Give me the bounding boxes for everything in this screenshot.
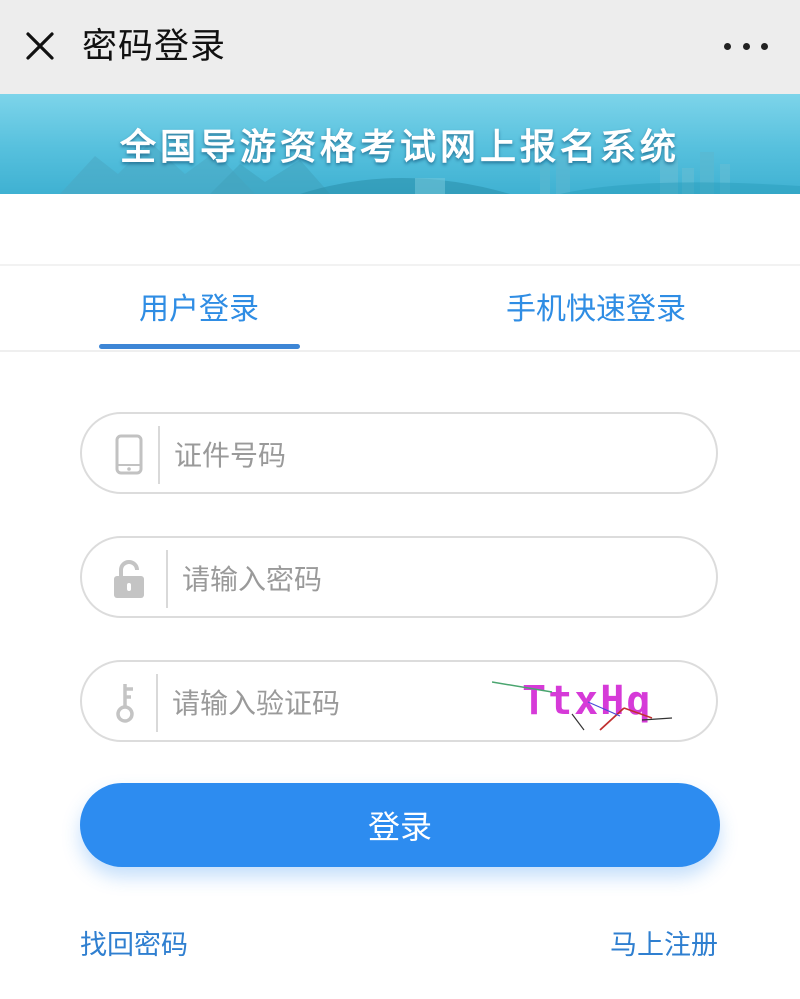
id-number-field (80, 412, 718, 494)
login-button[interactable]: 登录 (80, 783, 720, 867)
banner: 全国导游资格考试网上报名系统 (0, 94, 800, 194)
field-divider (158, 426, 160, 484)
id-number-input[interactable] (172, 428, 476, 482)
lock-icon (114, 560, 144, 598)
spacer-band (0, 194, 800, 266)
captcha-image[interactable]: TtxHq (492, 672, 682, 734)
active-tab-indicator (99, 344, 300, 349)
field-divider (166, 550, 168, 608)
password-field (80, 536, 718, 618)
register-link[interactable]: 马上注册 (610, 926, 718, 966)
title-bar: 密码登录 (0, 0, 800, 94)
tab-user-login[interactable]: 用户登录 (139, 288, 259, 332)
close-icon (26, 32, 54, 60)
field-divider (156, 674, 158, 732)
banner-title: 全国导游资格考试网上报名系统 (119, 127, 680, 168)
key-icon (116, 684, 134, 723)
close-button[interactable] (22, 28, 58, 64)
more-button[interactable] (724, 30, 768, 62)
password-input[interactable] (180, 552, 484, 606)
login-tabs: 用户登录 手机快速登录 (0, 266, 800, 352)
phone-icon (115, 434, 143, 475)
forgot-password-link[interactable]: 找回密码 (80, 926, 188, 966)
captcha-field: TtxHq (80, 660, 718, 742)
page-title: 密码登录 (82, 27, 227, 67)
captcha-input[interactable] (170, 676, 494, 730)
more-icon-dot (724, 42, 731, 50)
more-icon-dot (742, 42, 750, 50)
tab-phone-quick-login[interactable]: 手机快速登录 (506, 288, 686, 332)
captcha-noise-lines (492, 681, 673, 731)
more-icon-dot (761, 42, 768, 50)
